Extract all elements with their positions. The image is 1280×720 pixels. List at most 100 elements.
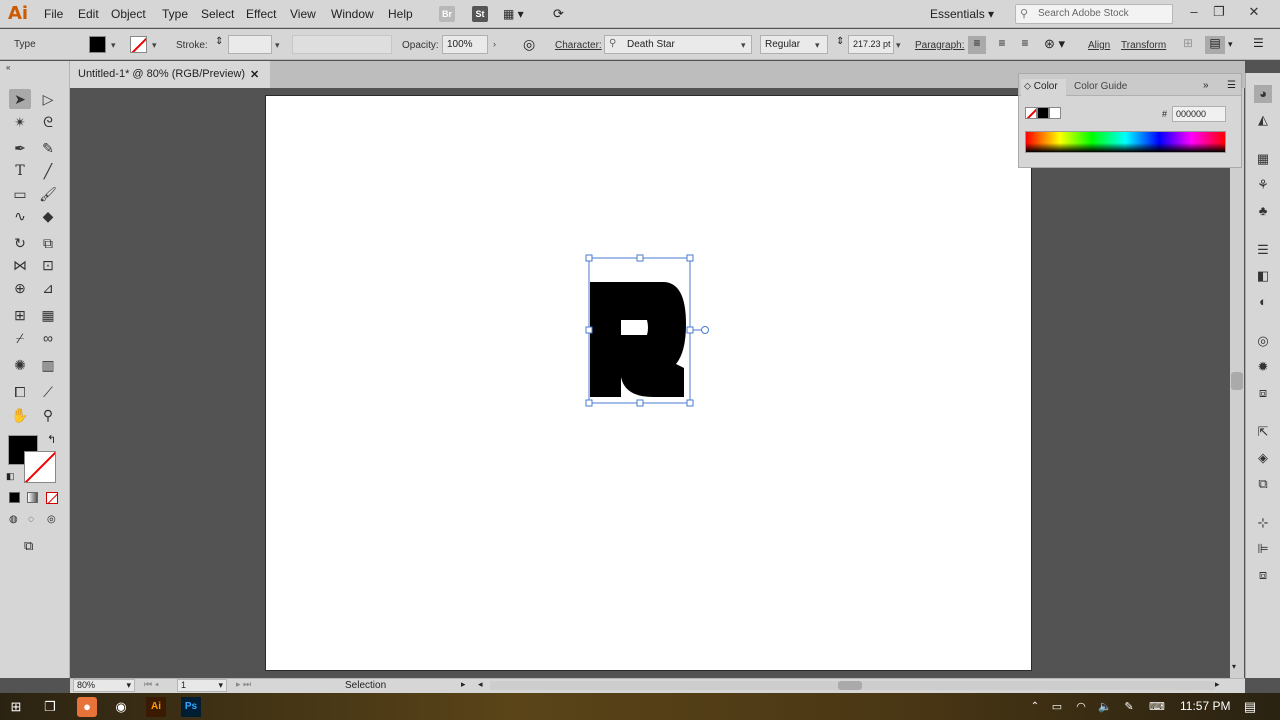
slice-tool-icon[interactable]: ⟋ <box>37 382 59 402</box>
rectangle-tool-icon[interactable]: ▭ <box>9 184 31 204</box>
windows-start-icon[interactable]: ⊞ <box>6 697 26 717</box>
eyedropper-tool-icon[interactable]: ⌿ <box>9 328 31 348</box>
horizontal-scroll-thumb[interactable] <box>838 681 862 690</box>
column-graph-tool-icon[interactable]: ▥ <box>37 355 59 375</box>
control-panel-options-icon[interactable]: ▤ <box>1205 36 1225 54</box>
graphic-styles-icon[interactable]: ✹ <box>1254 358 1272 376</box>
draw-normal-icon[interactable]: ◍ <box>9 514 18 525</box>
export-asset-icon[interactable]: ⇱ <box>1254 423 1272 441</box>
default-fill-stroke-icon[interactable]: ◧ <box>6 471 15 482</box>
screen-mode-icon[interactable]: ⧉ <box>24 538 33 554</box>
font-size-stepper[interactable]: ⇕ <box>836 36 844 47</box>
document-tab[interactable]: Untitled-1* @ 80% (RGB/Preview) <box>70 61 270 88</box>
mesh-tool-icon[interactable]: ⊞ <box>9 305 31 325</box>
show-hidden-icons-icon[interactable]: ⌃ <box>1025 697 1045 717</box>
stroke-weight-dropdown-icon[interactable]: ▾ <box>275 40 280 51</box>
color-spectrum[interactable] <box>1025 131 1226 153</box>
firefox-taskbar-icon[interactable]: ● <box>77 697 97 717</box>
fill-dropdown-icon[interactable]: ▾ <box>111 40 116 51</box>
hand-tool-icon[interactable]: ✋ <box>9 405 31 425</box>
brushes-icon[interactable]: ⚘ <box>1254 176 1272 194</box>
swatches-icon[interactable]: ▦ <box>1254 150 1272 168</box>
stroke-weight-stepper[interactable]: ⇕ <box>215 36 223 47</box>
shape-builder-tool-icon[interactable]: ⊕ <box>9 278 31 298</box>
type-out-port[interactable] <box>701 326 709 334</box>
stroke-color-box[interactable] <box>24 451 56 483</box>
collapse-toolbar-icon[interactable]: « <box>6 63 10 72</box>
status-tool-name[interactable]: Selection <box>345 680 386 691</box>
opentype-icon[interactable]: ⊛ ▾ <box>1044 36 1065 52</box>
paintbrush-tool-icon[interactable]: 🖌 <box>37 184 59 204</box>
eraser-tool-icon[interactable]: ◆ <box>37 206 59 226</box>
pen-tool-icon[interactable]: ✒ <box>9 138 31 158</box>
selected-glyph-r[interactable] <box>583 252 713 410</box>
vertical-scroll-thumb[interactable] <box>1231 372 1243 390</box>
touch-keyboard-icon[interactable]: ⌨ <box>1147 697 1167 717</box>
blend-tool-icon[interactable]: ∞ <box>37 328 59 348</box>
handle-middle-right[interactable] <box>686 326 694 334</box>
stock-icon[interactable]: St <box>472 6 488 22</box>
chrome-taskbar-icon[interactable]: ◉ <box>111 697 131 717</box>
draw-inside-icon[interactable]: ◎ <box>47 514 56 525</box>
handle-bottom-right[interactable] <box>686 399 694 407</box>
draw-behind-icon[interactable]: ◌ <box>28 514 34 525</box>
color-guide-icon[interactable]: ◭ <box>1254 111 1272 129</box>
stock-search-input[interactable]: Search Adobe Stock <box>1015 4 1173 24</box>
stroke-panel-icon[interactable]: ☰ <box>1254 241 1272 259</box>
color-tab[interactable]: ⬦ Color <box>1021 79 1066 96</box>
fill-swatch[interactable] <box>89 36 106 53</box>
stroke-dropdown-icon[interactable]: ▾ <box>152 40 157 51</box>
zoom-tool-icon[interactable]: ⚲ <box>37 405 59 425</box>
handle-top-left[interactable] <box>585 254 593 262</box>
selection-tool-icon[interactable]: ➤ <box>9 89 31 109</box>
panel-expand-icon[interactable]: » <box>1203 80 1209 91</box>
perspective-grid-tool-icon[interactable]: ⊿ <box>37 278 59 298</box>
paragraph-label[interactable]: Paragraph: <box>915 40 964 51</box>
type-tool-icon[interactable]: T <box>9 161 31 181</box>
font-size-field[interactable]: 217.23 pt <box>848 35 894 54</box>
curvature-tool-icon[interactable]: ✎ <box>37 138 59 158</box>
pen-workspace-icon[interactable]: ✎ <box>1119 697 1139 717</box>
menu-window[interactable]: Window <box>331 7 374 21</box>
action-center-icon[interactable]: ▤ <box>1240 697 1260 717</box>
arrange-documents-icon[interactable]: ▦ ▾ <box>503 7 524 21</box>
line-segment-tool-icon[interactable]: ╱ <box>37 161 59 181</box>
gradient-mode-icon[interactable] <box>27 492 38 503</box>
volume-icon[interactable]: 🔈 <box>1095 697 1115 717</box>
rotate-tool-icon[interactable]: ↻ <box>9 233 31 253</box>
appearance-icon[interactable]: ◎ <box>1254 332 1272 350</box>
variable-width-profile[interactable] <box>292 35 392 54</box>
menu-help[interactable]: Help <box>388 7 413 21</box>
isolate-icon[interactable]: ⊞ <box>1183 36 1193 50</box>
opacity-field[interactable]: 100% <box>442 35 488 54</box>
status-menu-arrow-icon[interactable]: ▸ <box>461 679 466 690</box>
align-left-icon[interactable]: ≡ <box>968 36 986 54</box>
restore-icon[interactable]: ❐ <box>1208 4 1230 22</box>
opacity-arrow-icon[interactable]: › <box>493 39 496 49</box>
menu-object[interactable]: Object <box>111 7 146 21</box>
control-panel-menu-icon[interactable]: ▾ <box>1228 39 1233 50</box>
white-swatch[interactable] <box>1049 107 1061 119</box>
width-tool-icon[interactable]: ⋈ <box>9 255 31 275</box>
artboard-number-field[interactable]: 1 ▾ <box>177 679 227 692</box>
swap-fill-stroke-icon[interactable]: ↰ <box>47 433 56 446</box>
menu-file[interactable]: File <box>44 7 63 21</box>
font-size-dropdown-icon[interactable]: ▾ <box>896 40 901 51</box>
close-tab-icon[interactable]: ✕ <box>250 68 259 81</box>
menu-effect[interactable]: Effect <box>246 7 276 21</box>
layers-icon[interactable]: ◈ <box>1254 449 1272 467</box>
taskbar-clock[interactable]: 11:57 PM <box>1180 699 1230 713</box>
menu-type[interactable]: Type <box>162 7 188 21</box>
gradient-tool-icon[interactable]: ▦ <box>37 305 59 325</box>
align-panel-link[interactable]: Align <box>1088 40 1110 51</box>
hex-input[interactable]: 000000 <box>1172 106 1226 122</box>
artboards-icon[interactable]: ⧉ <box>1254 475 1272 493</box>
transform-panel-link[interactable]: Transform <box>1121 40 1166 51</box>
pathfinder-icon[interactable]: ⧈ <box>1254 566 1272 584</box>
recolor-artwork-icon[interactable]: ◎ <box>523 36 535 53</box>
scroll-right-arrow-icon[interactable]: ▸ <box>1215 679 1220 690</box>
handle-bottom-center[interactable] <box>636 399 644 407</box>
align-center-icon[interactable]: ≡ <box>993 36 1011 50</box>
scroll-down-arrow-icon[interactable]: ▾ <box>1232 662 1236 671</box>
illustrator-taskbar-icon[interactable]: Ai <box>146 697 166 717</box>
